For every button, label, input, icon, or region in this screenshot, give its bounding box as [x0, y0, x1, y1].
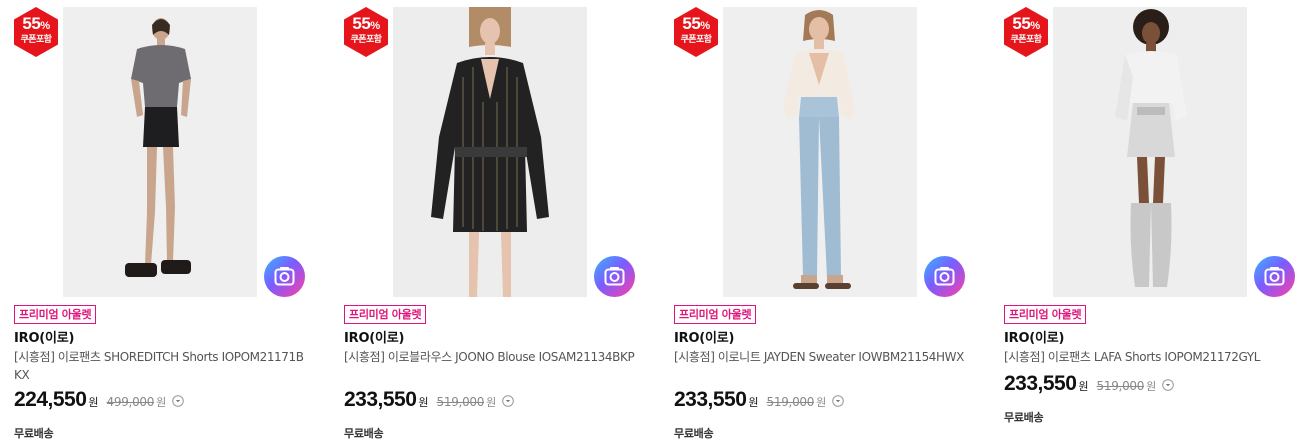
sale-price: 233,550	[1004, 372, 1077, 395]
chevron-down-circle-icon[interactable]	[172, 395, 185, 407]
shipping-info: 무료배송	[14, 427, 54, 440]
product-title[interactable]: [시흥점] 이로블라우스 JOONO Blouse IOSAM21134BKP	[344, 348, 636, 366]
sale-price-unit: 원	[88, 396, 99, 409]
chevron-down-circle-icon[interactable]	[1162, 379, 1175, 391]
premium-outlet-tag: 프리미엄 아울렛	[344, 305, 427, 324]
brand-name[interactable]: IRO(이로)	[14, 330, 75, 347]
discount-note: 쿠폰포함	[350, 35, 382, 45]
sale-price-unit: 원	[748, 396, 759, 409]
original-price: 519,000	[766, 395, 815, 409]
product-thumbnail-area[interactable]: 55% 쿠폰포함	[1004, 0, 1304, 300]
premium-outlet-tag: 프리미엄 아울렛	[674, 305, 757, 324]
discount-note: 쿠폰포함	[20, 35, 52, 45]
camera-lens-icon	[934, 267, 955, 286]
shipping-info: 무료배송	[674, 427, 714, 440]
camera-lens-icon	[1264, 267, 1285, 286]
product-image[interactable]	[723, 7, 917, 297]
product-image[interactable]	[393, 7, 587, 297]
product-card[interactable]: 55% 쿠폰포함 프리미엄 아울렛 IRO(이로) [시흥점] 이로팬츠 LAF…	[1004, 0, 1304, 448]
discount-badge: 55% 쿠폰포함	[674, 7, 718, 57]
discount-percent: 55%	[22, 14, 50, 33]
chevron-down-circle-icon[interactable]	[502, 395, 515, 407]
chevron-down-circle-icon[interactable]	[832, 395, 845, 407]
product-thumbnail-area[interactable]: 55% 쿠폰포함	[14, 0, 314, 300]
product-card[interactable]: 55% 쿠폰포함 프리미엄 아울렛 IRO(이로) [시흥점] 이로팬츠 SHO…	[14, 0, 314, 448]
product-thumbnail-area[interactable]: 55% 쿠폰포함	[344, 0, 644, 300]
sale-price: 224,550	[14, 388, 87, 411]
product-thumbnail-area[interactable]: 55% 쿠폰포함	[674, 0, 974, 300]
product-title[interactable]: [시흥점] 이로팬츠 SHOREDITCH Shorts IOPOM21171B…	[14, 348, 306, 384]
premium-outlet-tag: 프리미엄 아울렛	[14, 305, 97, 324]
original-price: 519,000	[436, 395, 485, 409]
discount-percent: 55%	[1012, 14, 1040, 33]
original-price-unit: 원	[156, 396, 167, 409]
brand-name[interactable]: IRO(이로)	[674, 330, 735, 347]
product-image[interactable]	[63, 7, 257, 297]
original-price-unit: 원	[486, 396, 497, 409]
camera-lens-icon	[604, 267, 625, 286]
discount-note: 쿠폰포함	[680, 35, 712, 45]
product-card[interactable]: 55% 쿠폰포함 프리미엄 아울렛 IRO(이로) [시흥점] 이로블라우스 J…	[344, 0, 644, 448]
camera-lens-icon	[274, 267, 295, 286]
price-row: 233,550 원 519,000 원	[344, 388, 515, 412]
camera-lens-button[interactable]	[924, 256, 965, 297]
product-image[interactable]	[1053, 7, 1247, 297]
product-card[interactable]: 55% 쿠폰포함 프리미엄 아울렛 IRO(이로) [시흥점] 이로니트 JAY…	[674, 0, 974, 448]
brand-name[interactable]: IRO(이로)	[1004, 330, 1065, 347]
sale-price-unit: 원	[418, 396, 429, 409]
original-price-unit: 원	[816, 396, 827, 409]
camera-lens-button[interactable]	[1254, 256, 1295, 297]
price-row: 233,550 원 519,000 원	[1004, 372, 1175, 396]
shipping-info: 무료배송	[344, 427, 384, 440]
discount-badge: 55% 쿠폰포함	[344, 7, 388, 57]
original-price-unit: 원	[1146, 380, 1157, 393]
premium-outlet-tag: 프리미엄 아울렛	[1004, 305, 1087, 324]
product-title[interactable]: [시흥점] 이로니트 JAYDEN Sweater IOWBM21154HWX	[674, 348, 966, 366]
shipping-info: 무료배송	[1004, 411, 1044, 424]
sale-price: 233,550	[674, 388, 747, 411]
original-price: 519,000	[1096, 379, 1145, 393]
sale-price-unit: 원	[1078, 380, 1089, 393]
original-price: 499,000	[106, 395, 155, 409]
price-row: 224,550 원 499,000 원	[14, 388, 185, 412]
price-row: 233,550 원 519,000 원	[674, 388, 845, 412]
camera-lens-button[interactable]	[594, 256, 635, 297]
product-title[interactable]: [시흥점] 이로팬츠 LAFA Shorts IOPOM21172GYL	[1004, 348, 1296, 366]
discount-percent: 55%	[352, 14, 380, 33]
camera-lens-button[interactable]	[264, 256, 305, 297]
discount-percent: 55%	[682, 14, 710, 33]
discount-badge: 55% 쿠폰포함	[1004, 7, 1048, 57]
brand-name[interactable]: IRO(이로)	[344, 330, 405, 347]
discount-badge: 55% 쿠폰포함	[14, 7, 58, 57]
discount-note: 쿠폰포함	[1010, 35, 1042, 45]
product-grid: 55% 쿠폰포함 프리미엄 아울렛 IRO(이로) [시흥점] 이로팬츠 SHO…	[0, 0, 1304, 448]
sale-price: 233,550	[344, 388, 417, 411]
